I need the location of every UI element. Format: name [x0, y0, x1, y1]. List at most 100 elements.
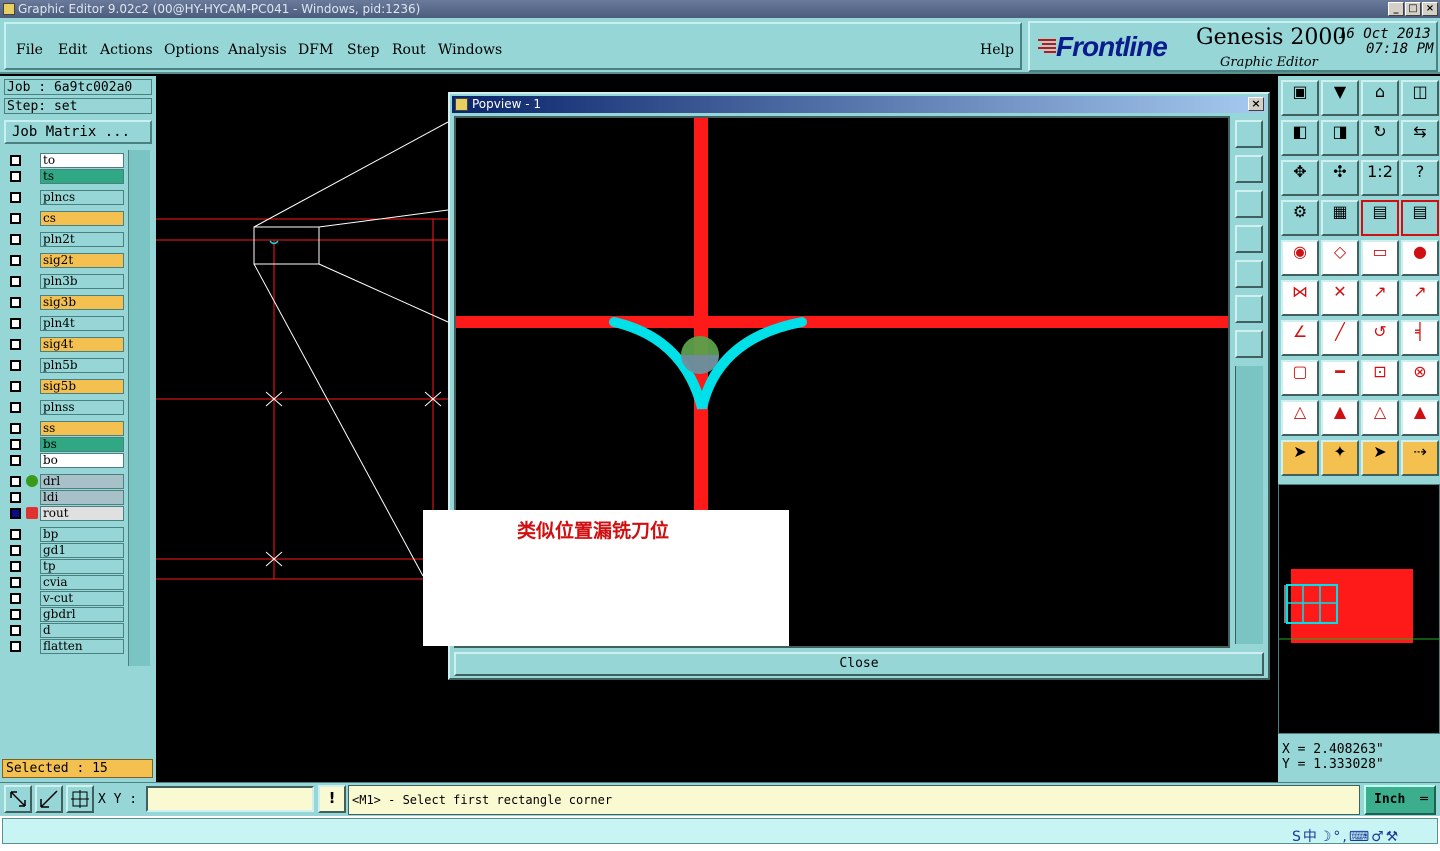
step-down-icon[interactable]: ▼ — [1321, 80, 1359, 116]
layer-checkbox[interactable] — [10, 318, 21, 329]
menu-file[interactable]: File — [16, 42, 43, 58]
triangle-attr-icon[interactable]: △ — [1361, 400, 1399, 436]
layer-row-v-cut[interactable]: v-cut — [4, 591, 126, 606]
add-pad-icon[interactable]: ◉ — [1281, 240, 1319, 276]
zoom-area-icon[interactable] — [4, 785, 32, 813]
layer-checkbox[interactable] — [10, 577, 21, 588]
menu-help[interactable]: Help — [980, 42, 1014, 58]
layer-row-bs[interactable]: bs — [4, 437, 126, 452]
popview-tool-down-icon[interactable] — [1235, 190, 1263, 218]
layer-checkbox[interactable] — [10, 155, 21, 166]
line-draw-icon[interactable]: ╱ — [1321, 320, 1359, 356]
pad-box-icon[interactable]: ▢ — [1281, 360, 1319, 396]
layer-checkbox[interactable] — [10, 609, 21, 620]
layer-scrollbar[interactable] — [128, 150, 150, 666]
settings-icon[interactable]: ⚙ — [1281, 200, 1319, 236]
display-layer-icon[interactable]: ▤ — [1361, 200, 1399, 236]
command-line[interactable] — [2, 818, 1438, 844]
center-icon[interactable]: ⊡ — [1361, 360, 1399, 396]
layer-checkbox[interactable] — [10, 529, 21, 540]
job-matrix-button[interactable]: Job Matrix ... — [4, 120, 152, 144]
zoom-fit-icon[interactable]: ✥ — [1281, 160, 1319, 196]
layer-row-ldi[interactable]: ldi — [4, 490, 126, 505]
menu-analysis[interactable]: Analysis — [228, 42, 287, 58]
ruler-icon[interactable]: ▭ — [1361, 240, 1399, 276]
layer-row-plnss[interactable]: plnss — [4, 400, 126, 415]
layer-checkbox[interactable] — [10, 192, 21, 203]
pointer-select-icon[interactable]: ✦ — [1321, 440, 1359, 476]
zoom-center-icon[interactable]: ✣ — [1321, 160, 1359, 196]
maximize-button[interactable]: □ — [1405, 2, 1421, 16]
line-angle-icon[interactable]: ∠ — [1281, 320, 1319, 356]
frame-icon[interactable]: ╡ — [1401, 320, 1439, 356]
layer-row-rout[interactable]: rout — [4, 506, 126, 521]
layer-checkbox[interactable] — [10, 402, 21, 413]
home-icon[interactable]: ⌂ — [1361, 80, 1399, 116]
layer-row-ss[interactable]: ss — [4, 421, 126, 436]
menu-windows[interactable]: Windows — [438, 42, 502, 58]
move-right-icon[interactable]: ◨ — [1321, 120, 1359, 156]
pointer-net-icon[interactable]: ➤ — [1361, 440, 1399, 476]
layer-checkbox[interactable] — [10, 339, 21, 350]
step-up-icon[interactable]: ▣ — [1281, 80, 1319, 116]
measure-icon[interactable] — [35, 785, 63, 813]
layer-row-gbdrl[interactable]: gbdrl — [4, 607, 126, 622]
layer-checkbox[interactable] — [10, 508, 21, 519]
popview-scroll-track[interactable] — [1235, 366, 1263, 644]
layer-row-cvia[interactable]: cvia — [4, 575, 126, 590]
menu-dfm[interactable]: DFM — [298, 42, 333, 58]
ime-toolbar[interactable]: S中☽°,⌨♂⚒ — [1292, 826, 1400, 845]
layer-row-plncs[interactable]: plncs — [4, 190, 126, 205]
layer-row-sig5b[interactable]: sig5b — [4, 379, 126, 394]
popview-tool-left-icon[interactable] — [1235, 225, 1263, 253]
layer-checkbox[interactable] — [10, 213, 21, 224]
delete-icon[interactable]: ✕ — [1321, 280, 1359, 316]
layer-checkbox[interactable] — [10, 476, 21, 487]
layer-row-tp[interactable]: tp — [4, 559, 126, 574]
circle-icon[interactable]: ● — [1401, 240, 1439, 276]
layer-checkbox[interactable] — [10, 171, 21, 182]
layer-row-flatten[interactable]: flatten — [4, 639, 126, 654]
display-layer-alt-icon[interactable]: ▤ — [1401, 200, 1439, 236]
grid-icon[interactable]: ▦ — [1321, 200, 1359, 236]
triangle-icon[interactable]: △ — [1281, 400, 1319, 436]
layer-checkbox[interactable] — [10, 381, 21, 392]
layer-checkbox[interactable] — [10, 360, 21, 371]
popview-tool-up-icon[interactable] — [1235, 155, 1263, 183]
layer-row-sig2t[interactable]: sig2t — [4, 253, 126, 268]
select-point-icon[interactable]: ↗ — [1361, 280, 1399, 316]
layer-checkbox[interactable] — [10, 423, 21, 434]
route-icon[interactable]: ⇢ — [1401, 440, 1439, 476]
layer-row-gd1[interactable]: gd1 — [4, 543, 126, 558]
menu-edit[interactable]: Edit — [58, 42, 87, 58]
menu-options[interactable]: Options — [164, 42, 219, 58]
triangle-scale-icon[interactable]: ▲ — [1401, 400, 1439, 436]
popview-close-button[interactable]: Close — [454, 652, 1264, 676]
layer-checkbox[interactable] — [10, 439, 21, 450]
rotate-icon[interactable]: ↻ — [1361, 120, 1399, 156]
layer-row-pln5b[interactable]: pln5b — [4, 358, 126, 373]
pointer-icon[interactable]: ➤ — [1281, 440, 1319, 476]
close-window-button[interactable]: × — [1422, 2, 1438, 16]
popview-tool-zoom-out-icon[interactable] — [1235, 330, 1263, 358]
triangle-dim-icon[interactable]: ▲ — [1321, 400, 1359, 436]
layer-row-bp[interactable]: bp — [4, 527, 126, 542]
layer-row-bo[interactable]: bo — [4, 453, 126, 468]
layer-row-d[interactable]: d — [4, 623, 126, 638]
layer-row-pln4t[interactable]: pln4t — [4, 316, 126, 331]
zoom-1to1-icon[interactable]: 1:2 — [1361, 160, 1399, 196]
window-icon[interactable]: ◫ — [1401, 80, 1439, 116]
query-icon[interactable]: ? — [1401, 160, 1439, 196]
layer-row-sig4t[interactable]: sig4t — [4, 337, 126, 352]
line-minus-icon[interactable]: ━ — [1321, 360, 1359, 396]
grid-snap-icon[interactable] — [66, 785, 94, 813]
popview-tool-right-icon[interactable] — [1235, 260, 1263, 288]
arc-icon[interactable]: ↺ — [1361, 320, 1399, 356]
layer-row-drl[interactable]: drl — [4, 474, 126, 489]
move-left-icon[interactable]: ◧ — [1281, 120, 1319, 156]
layer-row-pln3b[interactable]: pln3b — [4, 274, 126, 289]
layer-checkbox[interactable] — [10, 276, 21, 287]
layer-checkbox[interactable] — [10, 545, 21, 556]
layer-row-pln2t[interactable]: pln2t — [4, 232, 126, 247]
menu-actions[interactable]: Actions — [100, 42, 153, 58]
